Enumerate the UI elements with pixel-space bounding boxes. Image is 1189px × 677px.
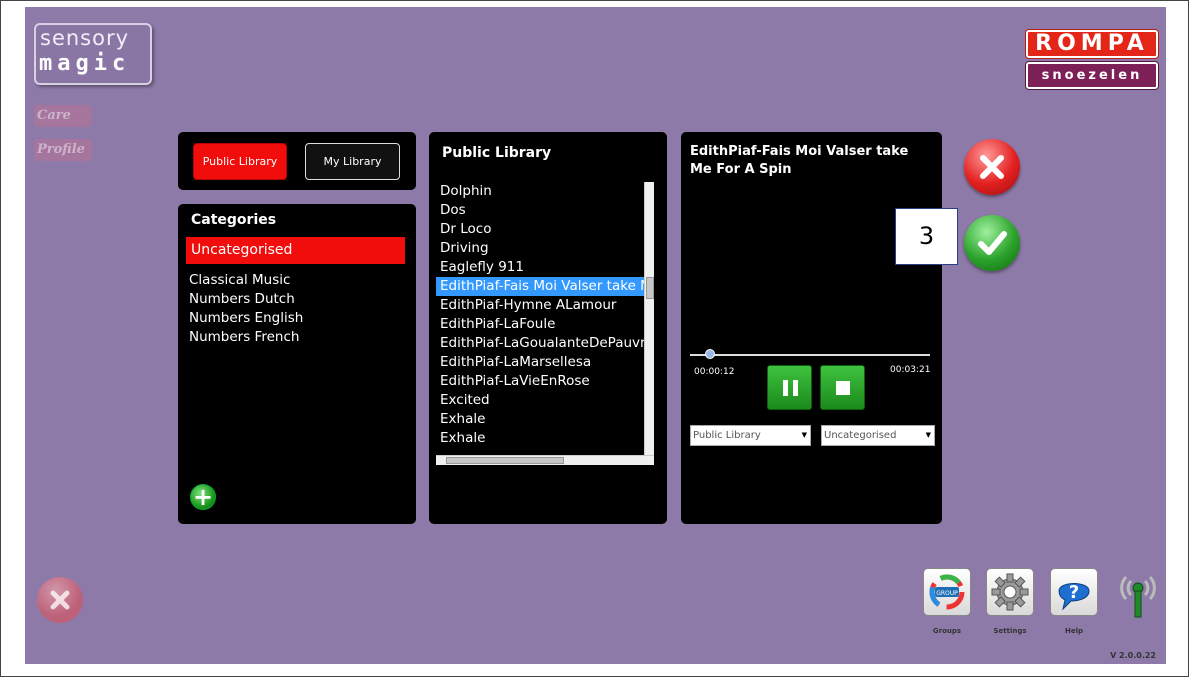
svg-text:?: ? bbox=[1069, 582, 1079, 603]
player-panel: EdithPiaf-Fais Moi Valser take Me For A … bbox=[681, 132, 942, 524]
screenshot-frame: sensory magic Care Profile ROMPA snoezel… bbox=[0, 0, 1189, 677]
groups-button[interactable]: GROUP bbox=[923, 568, 971, 616]
help-icon: ? bbox=[1058, 582, 1090, 611]
progress-slider-handle[interactable] bbox=[705, 349, 715, 359]
categories-panel: Categories Uncategorised Classical Music… bbox=[178, 204, 416, 524]
stop-icon bbox=[836, 381, 850, 395]
wireless-status-button[interactable] bbox=[1113, 567, 1163, 619]
app-window: sensory magic Care Profile ROMPA snoezel… bbox=[25, 7, 1166, 664]
now-playing-title: EdithPiaf-Fais Moi Valser take Me For A … bbox=[690, 144, 909, 177]
tab-public-library[interactable]: Public Library bbox=[193, 143, 287, 180]
track-item[interactable]: EdithPiaf-LaGoualanteDePauvreJ bbox=[436, 334, 652, 353]
track-item[interactable]: Exhale bbox=[436, 429, 652, 448]
rompa-brand-bottom: snoezelen bbox=[1026, 62, 1158, 89]
track-item[interactable]: Exhale bbox=[436, 410, 652, 429]
dropdown-arrow-icon: ▼ bbox=[801, 431, 807, 439]
groups-icon: GROUP bbox=[929, 574, 965, 610]
sensory-magic-logo: sensory magic bbox=[34, 23, 152, 85]
categories-title: Categories bbox=[191, 212, 277, 228]
profile-logo: Profile bbox=[34, 139, 92, 161]
groups-label: Groups bbox=[932, 627, 962, 635]
track-item[interactable]: EdithPiaf-LaVieEnRose bbox=[436, 372, 652, 391]
rompa-brand-top: ROMPA bbox=[1026, 30, 1158, 58]
tracks-title: Public Library bbox=[442, 145, 552, 161]
track-list: Dolphin Dos Dr Loco Driving Eaglefly 911… bbox=[436, 182, 652, 457]
category-select-value: Uncategorised bbox=[824, 430, 897, 441]
step-callout: 3 bbox=[895, 208, 958, 265]
track-item[interactable]: Excited bbox=[436, 391, 652, 410]
track-item-selected[interactable]: EdithPiaf-Fais Moi Valser take Me bbox=[436, 277, 652, 296]
track-item[interactable]: Dolphin bbox=[436, 182, 652, 201]
confirm-button[interactable] bbox=[964, 215, 1020, 271]
checkmark-icon bbox=[978, 231, 1007, 255]
close-icon bbox=[50, 590, 70, 610]
track-item[interactable]: Eaglefly 911 bbox=[436, 258, 652, 277]
category-item[interactable]: Classical Music bbox=[189, 271, 303, 290]
help-button[interactable]: ? bbox=[1050, 568, 1098, 616]
settings-label: Settings bbox=[993, 627, 1027, 635]
category-item[interactable]: Numbers Dutch bbox=[189, 290, 303, 309]
rompa-logo: ROMPA snoezelen bbox=[1026, 30, 1158, 89]
library-select[interactable]: Public Library ▼ bbox=[690, 425, 811, 446]
track-item[interactable]: Driving bbox=[436, 239, 652, 258]
category-item[interactable]: Numbers English bbox=[189, 309, 303, 328]
track-item[interactable]: EdithPiaf-LaFoule bbox=[436, 315, 652, 334]
exit-button[interactable] bbox=[37, 577, 83, 623]
progress-slider[interactable] bbox=[690, 354, 930, 356]
logo-line1: sensory bbox=[40, 26, 130, 50]
version-label: V 2.0.0.22 bbox=[1110, 651, 1156, 660]
plus-icon: + bbox=[192, 483, 214, 511]
total-time: 00:03:21 bbox=[890, 365, 931, 375]
tracks-panel: Public Library Dolphin Dos Dr Loco Drivi… bbox=[429, 132, 667, 524]
library-tabs-panel: Public Library My Library bbox=[178, 132, 416, 190]
dropdown-arrow-icon: ▼ bbox=[925, 431, 931, 439]
track-list-horizontal-scrollbar[interactable] bbox=[436, 455, 654, 465]
category-item[interactable]: Numbers French bbox=[189, 328, 303, 347]
wireless-antenna-icon bbox=[1120, 575, 1156, 618]
track-list-vertical-scrollbar[interactable] bbox=[644, 182, 654, 457]
settings-button[interactable] bbox=[986, 568, 1034, 616]
groups-icon-text: GROUP bbox=[936, 590, 958, 597]
track-item[interactable]: EdithPiaf-Hymne ALamour bbox=[436, 296, 652, 315]
care-logo: Care bbox=[34, 105, 92, 127]
category-select[interactable]: Uncategorised ▼ bbox=[821, 425, 935, 446]
pause-button[interactable] bbox=[767, 365, 812, 410]
help-label: Help bbox=[1064, 627, 1084, 635]
track-item[interactable]: EdithPiaf-LaMarsellesa bbox=[436, 353, 652, 372]
add-category-button[interactable]: + bbox=[190, 484, 216, 510]
category-item-selected[interactable]: Uncategorised bbox=[186, 237, 405, 264]
track-item[interactable]: Dr Loco bbox=[436, 220, 652, 239]
close-icon bbox=[980, 155, 1004, 179]
library-select-value: Public Library bbox=[693, 430, 761, 441]
current-time: 00:00:12 bbox=[694, 367, 735, 377]
logo-line2: magic bbox=[39, 51, 131, 76]
scrollbar-thumb[interactable] bbox=[646, 277, 654, 299]
category-list: Classical Music Numbers Dutch Numbers En… bbox=[189, 271, 303, 347]
tab-my-library[interactable]: My Library bbox=[305, 143, 400, 180]
cancel-button[interactable] bbox=[964, 139, 1020, 195]
stop-button[interactable] bbox=[820, 365, 865, 410]
gear-icon bbox=[991, 573, 1029, 611]
track-item[interactable]: Dos bbox=[436, 201, 652, 220]
scrollbar-thumb[interactable] bbox=[446, 457, 564, 464]
